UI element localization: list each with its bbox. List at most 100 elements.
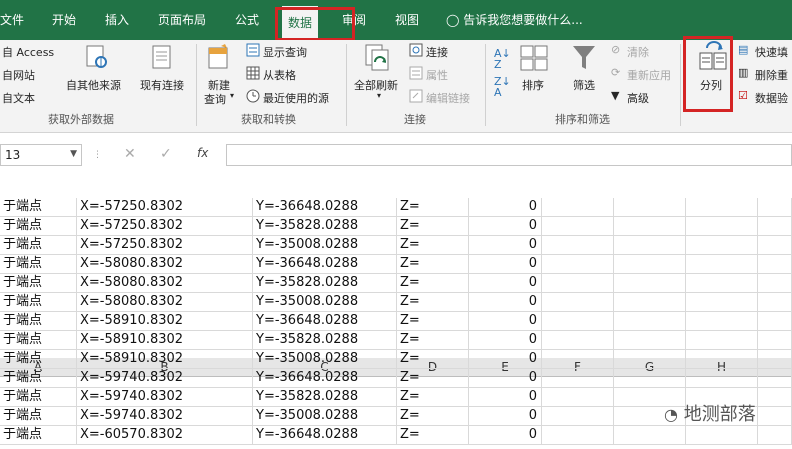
reapply-button[interactable]: 重新应用	[627, 67, 671, 83]
tab-home[interactable]: 开始	[52, 0, 76, 40]
cell-f[interactable]	[542, 426, 614, 445]
insert-function-icon[interactable]: fx	[197, 146, 208, 160]
cell-f[interactable]	[542, 293, 614, 312]
enter-icon[interactable]: ✓	[160, 146, 172, 162]
cell-a[interactable]: 于端点	[0, 255, 77, 274]
data-validation-button[interactable]: 数据验	[755, 90, 788, 106]
cell-h[interactable]	[686, 426, 758, 445]
cell-blank[interactable]	[758, 274, 792, 293]
cell-g[interactable]	[614, 312, 686, 331]
cell-blank[interactable]	[758, 388, 792, 407]
cell-c[interactable]: Y=-35828.0288	[253, 274, 397, 293]
cell-e[interactable]: 0	[469, 407, 542, 426]
cell-e[interactable]: 0	[469, 312, 542, 331]
cell-e[interactable]: 0	[469, 217, 542, 236]
cell-h[interactable]	[686, 217, 758, 236]
cell-d[interactable]: Z=	[397, 274, 469, 293]
cell-a[interactable]: 于端点	[0, 407, 77, 426]
cell-f[interactable]	[542, 236, 614, 255]
cell-f[interactable]	[542, 407, 614, 426]
cell-b[interactable]: X=-58080.8302	[77, 293, 253, 312]
cell-g[interactable]	[614, 198, 686, 217]
cell-blank[interactable]	[758, 407, 792, 426]
refresh-all-button[interactable]: 全部刷新	[354, 77, 398, 93]
cell-blank[interactable]	[758, 293, 792, 312]
sort-button[interactable]: 排序	[522, 77, 544, 93]
cell-b[interactable]: X=-57250.8302	[77, 236, 253, 255]
cell-d[interactable]: Z=	[397, 331, 469, 350]
sort-za-icon[interactable]: Z↓ A	[494, 76, 511, 98]
cell-e[interactable]: 0	[469, 293, 542, 312]
cell-e[interactable]: 0	[469, 255, 542, 274]
cell-c[interactable]: Y=-36648.0288	[253, 198, 397, 217]
other-sources-button[interactable]: 自其他来源	[66, 77, 121, 93]
cell-g[interactable]	[614, 350, 686, 369]
cell-a[interactable]: 于端点	[0, 331, 77, 350]
cell-a[interactable]: 于端点	[0, 217, 77, 236]
cell-d[interactable]: Z=	[397, 312, 469, 331]
from-table-button[interactable]: 从表格	[263, 67, 296, 83]
remove-duplicates-button[interactable]: 删除重	[755, 67, 788, 83]
cell-a[interactable]: 于端点	[0, 312, 77, 331]
cell-f[interactable]	[542, 217, 614, 236]
cell-d[interactable]: Z=	[397, 217, 469, 236]
cell-h[interactable]	[686, 198, 758, 217]
cell-b[interactable]: X=-58910.8302	[77, 350, 253, 369]
new-query-label-line2[interactable]: 查询	[204, 91, 226, 107]
cell-e[interactable]: 0	[469, 274, 542, 293]
cell-c[interactable]: Y=-35828.0288	[253, 217, 397, 236]
cell-a[interactable]: 于端点	[0, 198, 77, 217]
cancel-icon[interactable]: ✕	[124, 146, 136, 162]
cell-b[interactable]: X=-58080.8302	[77, 255, 253, 274]
cell-b[interactable]: X=-59740.8302	[77, 407, 253, 426]
cell-b[interactable]: X=-58910.8302	[77, 312, 253, 331]
cell-a[interactable]: 于端点	[0, 350, 77, 369]
tab-page-layout[interactable]: 页面布局	[158, 0, 206, 40]
flash-fill-button[interactable]: 快速填	[755, 44, 788, 60]
cell-h[interactable]	[686, 350, 758, 369]
cell-d[interactable]: Z=	[397, 388, 469, 407]
cell-h[interactable]	[686, 255, 758, 274]
cell-a[interactable]: 于端点	[0, 293, 77, 312]
cell-f[interactable]	[542, 350, 614, 369]
clear-filter-button[interactable]: 清除	[627, 44, 649, 60]
cell-e[interactable]: 0	[469, 369, 542, 388]
cell-f[interactable]	[542, 312, 614, 331]
cell-blank[interactable]	[758, 217, 792, 236]
sort-az-icon[interactable]: A↓ Z	[494, 48, 511, 70]
cell-h[interactable]	[686, 236, 758, 255]
connections-button[interactable]: 连接	[426, 44, 448, 60]
cell-h[interactable]	[686, 369, 758, 388]
cell-blank[interactable]	[758, 331, 792, 350]
cell-e[interactable]: 0	[469, 426, 542, 445]
cell-blank[interactable]	[758, 350, 792, 369]
show-queries-button[interactable]: 显示查询	[263, 44, 307, 60]
cell-c[interactable]: Y=-35008.0288	[253, 293, 397, 312]
cell-e[interactable]: 0	[469, 388, 542, 407]
cell-c[interactable]: Y=-35828.0288	[253, 331, 397, 350]
cell-e[interactable]: 0	[469, 236, 542, 255]
cell-blank[interactable]	[758, 369, 792, 388]
chevron-down-icon[interactable]: ▼	[70, 149, 77, 159]
cell-h[interactable]	[686, 312, 758, 331]
cell-blank[interactable]	[758, 426, 792, 445]
cell-a[interactable]: 于端点	[0, 369, 77, 388]
cell-g[interactable]	[614, 331, 686, 350]
cell-h[interactable]	[686, 293, 758, 312]
tab-formulas[interactable]: 公式	[235, 0, 259, 40]
cell-blank[interactable]	[758, 255, 792, 274]
cell-g[interactable]	[614, 274, 686, 293]
from-access-button[interactable]: 自 Access	[2, 44, 54, 60]
recent-sources-button[interactable]: 最近使用的源	[263, 90, 329, 106]
cell-g[interactable]	[614, 369, 686, 388]
cell-g[interactable]	[614, 255, 686, 274]
cell-b[interactable]: X=-60570.8302	[77, 426, 253, 445]
drag-handle-icon[interactable]: ⋮	[93, 150, 103, 160]
cell-a[interactable]: 于端点	[0, 274, 77, 293]
tab-insert[interactable]: 插入	[105, 0, 129, 40]
cell-b[interactable]: X=-58080.8302	[77, 274, 253, 293]
cell-c[interactable]: Y=-35008.0288	[253, 236, 397, 255]
cell-c[interactable]: Y=-35828.0288	[253, 388, 397, 407]
cell-c[interactable]: Y=-36648.0288	[253, 369, 397, 388]
cell-d[interactable]: Z=	[397, 255, 469, 274]
